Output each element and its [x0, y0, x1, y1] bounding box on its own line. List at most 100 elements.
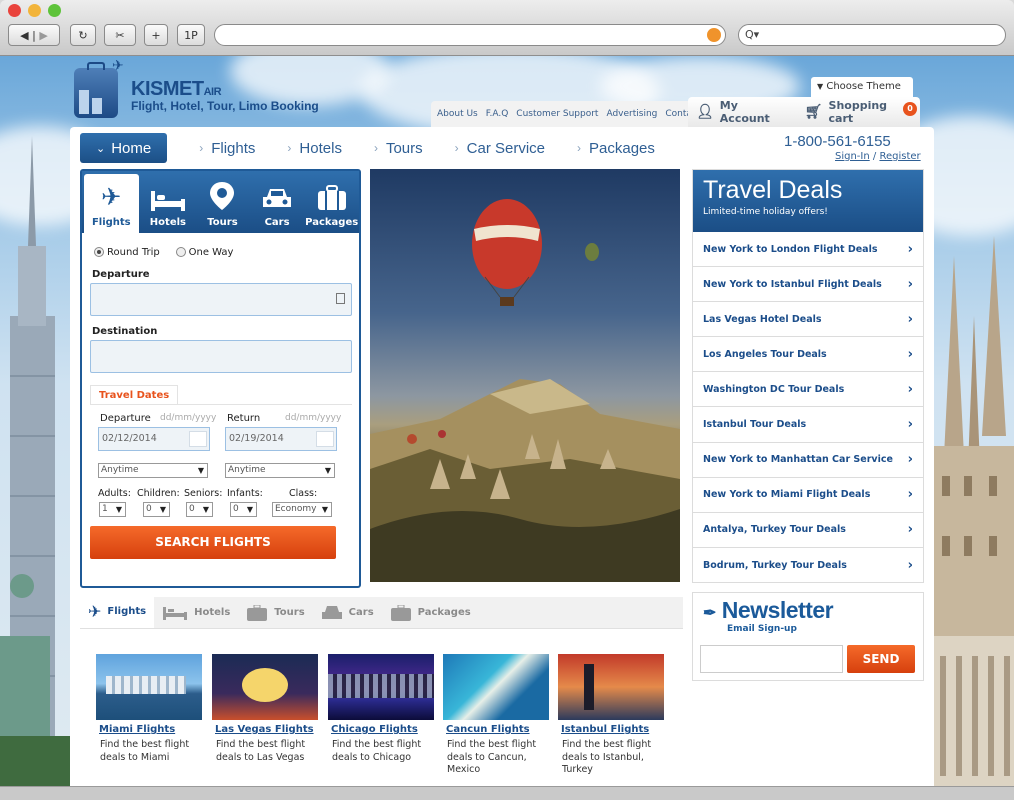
- infants-select[interactable]: 0: [230, 502, 257, 517]
- destination-title[interactable]: Miami Flights: [96, 724, 202, 735]
- chevron-right-icon: ›: [454, 141, 459, 155]
- cancun-photo[interactable]: [443, 654, 549, 720]
- new-tab-button[interactable]: +: [144, 24, 168, 46]
- destination-card[interactable]: Miami Flights Find the best flight deals…: [96, 654, 202, 764]
- seniors-select[interactable]: 0: [186, 502, 213, 517]
- newsletter-email-input[interactable]: [700, 645, 843, 673]
- destination-title[interactable]: Cancun Flights: [443, 724, 549, 735]
- search-tab-cars[interactable]: Cars: [250, 171, 305, 233]
- calendar-icon[interactable]: [189, 431, 207, 447]
- destination-title[interactable]: Las Vegas Flights: [212, 724, 318, 735]
- reload-button[interactable]: ↻: [70, 24, 96, 46]
- deal-item[interactable]: Los Angeles Tour Deals ›: [693, 337, 923, 373]
- logo-suitcase-icon[interactable]: [74, 62, 118, 118]
- travel-deals-header: Travel Deals Limited-time holiday offers…: [693, 170, 923, 232]
- return-date-input[interactable]: 02/19/2014: [225, 427, 337, 451]
- bottom-tab-packages[interactable]: Packages: [382, 597, 479, 628]
- return-time-select[interactable]: Anytime: [225, 463, 335, 478]
- password-manager-button[interactable]: 1P: [177, 24, 205, 46]
- destination-card[interactable]: Chicago Flights Find the best flight dea…: [328, 654, 434, 764]
- istanbul-photo[interactable]: [558, 654, 664, 720]
- back-forward-buttons[interactable]: ◀ | ▶: [8, 24, 60, 46]
- link-advertising[interactable]: Advertising: [606, 109, 657, 119]
- nav-hotels[interactable]: › Hotels: [287, 140, 342, 157]
- children-select[interactable]: 0: [143, 502, 170, 517]
- top-links: About Us F.A.Q Customer Support Advertis…: [431, 101, 707, 127]
- destination-card[interactable]: Cancun Flights Find the best flight deal…: [443, 654, 549, 777]
- round-trip-radio[interactable]: Round Trip: [94, 247, 160, 258]
- departure-time-select[interactable]: Anytime: [98, 463, 208, 478]
- chicago-photo[interactable]: [328, 654, 434, 720]
- zoom-window-button[interactable]: [48, 4, 61, 17]
- nav-home[interactable]: ⌄ Home: [80, 133, 168, 163]
- deal-item[interactable]: New York to Istanbul Flight Deals ›: [693, 267, 923, 303]
- destination-description: Find the best flight deals to Las Vegas: [216, 739, 306, 763]
- destination-card[interactable]: Istanbul Flights Find the best flight de…: [558, 654, 664, 777]
- chevron-right-icon: ›: [907, 487, 913, 503]
- adults-select[interactable]: 1: [99, 502, 126, 517]
- departure-date-format: dd/mm/yyyy: [160, 413, 217, 423]
- search-tab-flights[interactable]: ✈ Flights: [84, 174, 139, 233]
- search-tab-hotels[interactable]: Hotels: [141, 171, 196, 233]
- sign-in-link[interactable]: Sign-In: [835, 151, 870, 162]
- link-customer-support[interactable]: Customer Support: [516, 109, 598, 119]
- close-window-button[interactable]: [8, 4, 21, 17]
- link-faq[interactable]: F.A.Q: [486, 109, 509, 119]
- bottom-tab-tours[interactable]: Tours: [238, 597, 312, 628]
- search-tab-tours[interactable]: Tours: [195, 171, 250, 233]
- destination-description: Find the best flight deals to Miami: [100, 739, 190, 763]
- departure-input[interactable]: [90, 283, 352, 316]
- deal-item[interactable]: New York to Manhattan Car Service ›: [693, 443, 923, 478]
- newsletter-send-button[interactable]: SEND: [847, 645, 915, 673]
- newsletter-subtitle: Email Sign-up: [727, 624, 797, 634]
- departure-date-input[interactable]: 02/12/2014: [98, 427, 210, 451]
- deal-item[interactable]: Washington DC Tour Deals ›: [693, 372, 923, 408]
- travel-dates-tab[interactable]: Travel Dates: [90, 385, 179, 405]
- airplane-icon: ✈: [101, 183, 122, 211]
- deal-item[interactable]: New York to London Flight Deals ›: [693, 232, 923, 268]
- children-label: Children:: [137, 488, 180, 499]
- bottom-tab-cars[interactable]: Cars: [313, 597, 382, 628]
- bottom-tab-flights[interactable]: ✈ Flights: [80, 597, 155, 628]
- browser-search-input[interactable]: Q▾: [738, 24, 1006, 46]
- deal-item[interactable]: Las Vegas Hotel Deals ›: [693, 302, 923, 338]
- petronas-tower-illustration: [0, 136, 70, 786]
- address-bar[interactable]: [214, 24, 726, 46]
- minimize-window-button[interactable]: [28, 4, 41, 17]
- choose-theme-dropdown[interactable]: ▼ Choose Theme: [811, 77, 913, 97]
- webpage: ✈ KISMETAIR Flight, Hotel, Tour, Limo Bo…: [0, 56, 1014, 786]
- cart-count-badge: 0: [903, 102, 917, 116]
- nav-packages[interactable]: › Packages: [577, 140, 655, 157]
- nav-car-service[interactable]: › Car Service: [455, 140, 545, 157]
- search-tab-packages[interactable]: Packages: [304, 171, 359, 233]
- one-way-radio[interactable]: One Way: [175, 247, 233, 258]
- search-flights-button[interactable]: SEARCH FLIGHTS: [90, 526, 336, 559]
- shopping-cart-link[interactable]: 🛒︎ Shopping cart: [797, 97, 920, 127]
- chevron-right-icon: ›: [907, 557, 913, 573]
- deal-item[interactable]: New York to Miami Flight Deals ›: [693, 478, 923, 513]
- calendar-icon[interactable]: [316, 431, 334, 447]
- cappadocia-landscape-image: [370, 199, 680, 582]
- my-account-link[interactable]: 👤︎ My Account: [688, 97, 797, 127]
- register-link[interactable]: Register: [879, 151, 920, 162]
- destination-title[interactable]: Istanbul Flights: [558, 724, 664, 735]
- las-vegas-photo[interactable]: [212, 654, 318, 720]
- nav-flights[interactable]: › Flights: [199, 140, 255, 157]
- toolbar-extension-button[interactable]: ✂: [104, 24, 136, 46]
- car-icon: [321, 605, 342, 619]
- miami-photo[interactable]: [96, 654, 202, 720]
- deal-item[interactable]: Antalya, Turkey Tour Deals ›: [693, 513, 923, 548]
- destination-title[interactable]: Chicago Flights: [328, 724, 434, 735]
- class-select[interactable]: Economy: [272, 502, 332, 517]
- back-icon[interactable]: ◀: [20, 29, 28, 42]
- nav-tours[interactable]: › Tours: [374, 140, 423, 157]
- chevron-right-icon: ›: [907, 241, 913, 257]
- forward-icon[interactable]: ▶: [39, 29, 47, 42]
- link-about-us[interactable]: About Us: [437, 109, 478, 119]
- destination-card[interactable]: Las Vegas Flights Find the best flight d…: [212, 654, 318, 764]
- brand-name[interactable]: KISMETAIR: [131, 78, 222, 101]
- destination-input[interactable]: [90, 340, 352, 373]
- bottom-tab-hotels[interactable]: Hotels: [154, 597, 238, 628]
- deal-item[interactable]: Bodrum, Turkey Tour Deals ›: [693, 548, 923, 583]
- deal-item[interactable]: Istanbul Tour Deals ›: [693, 407, 923, 443]
